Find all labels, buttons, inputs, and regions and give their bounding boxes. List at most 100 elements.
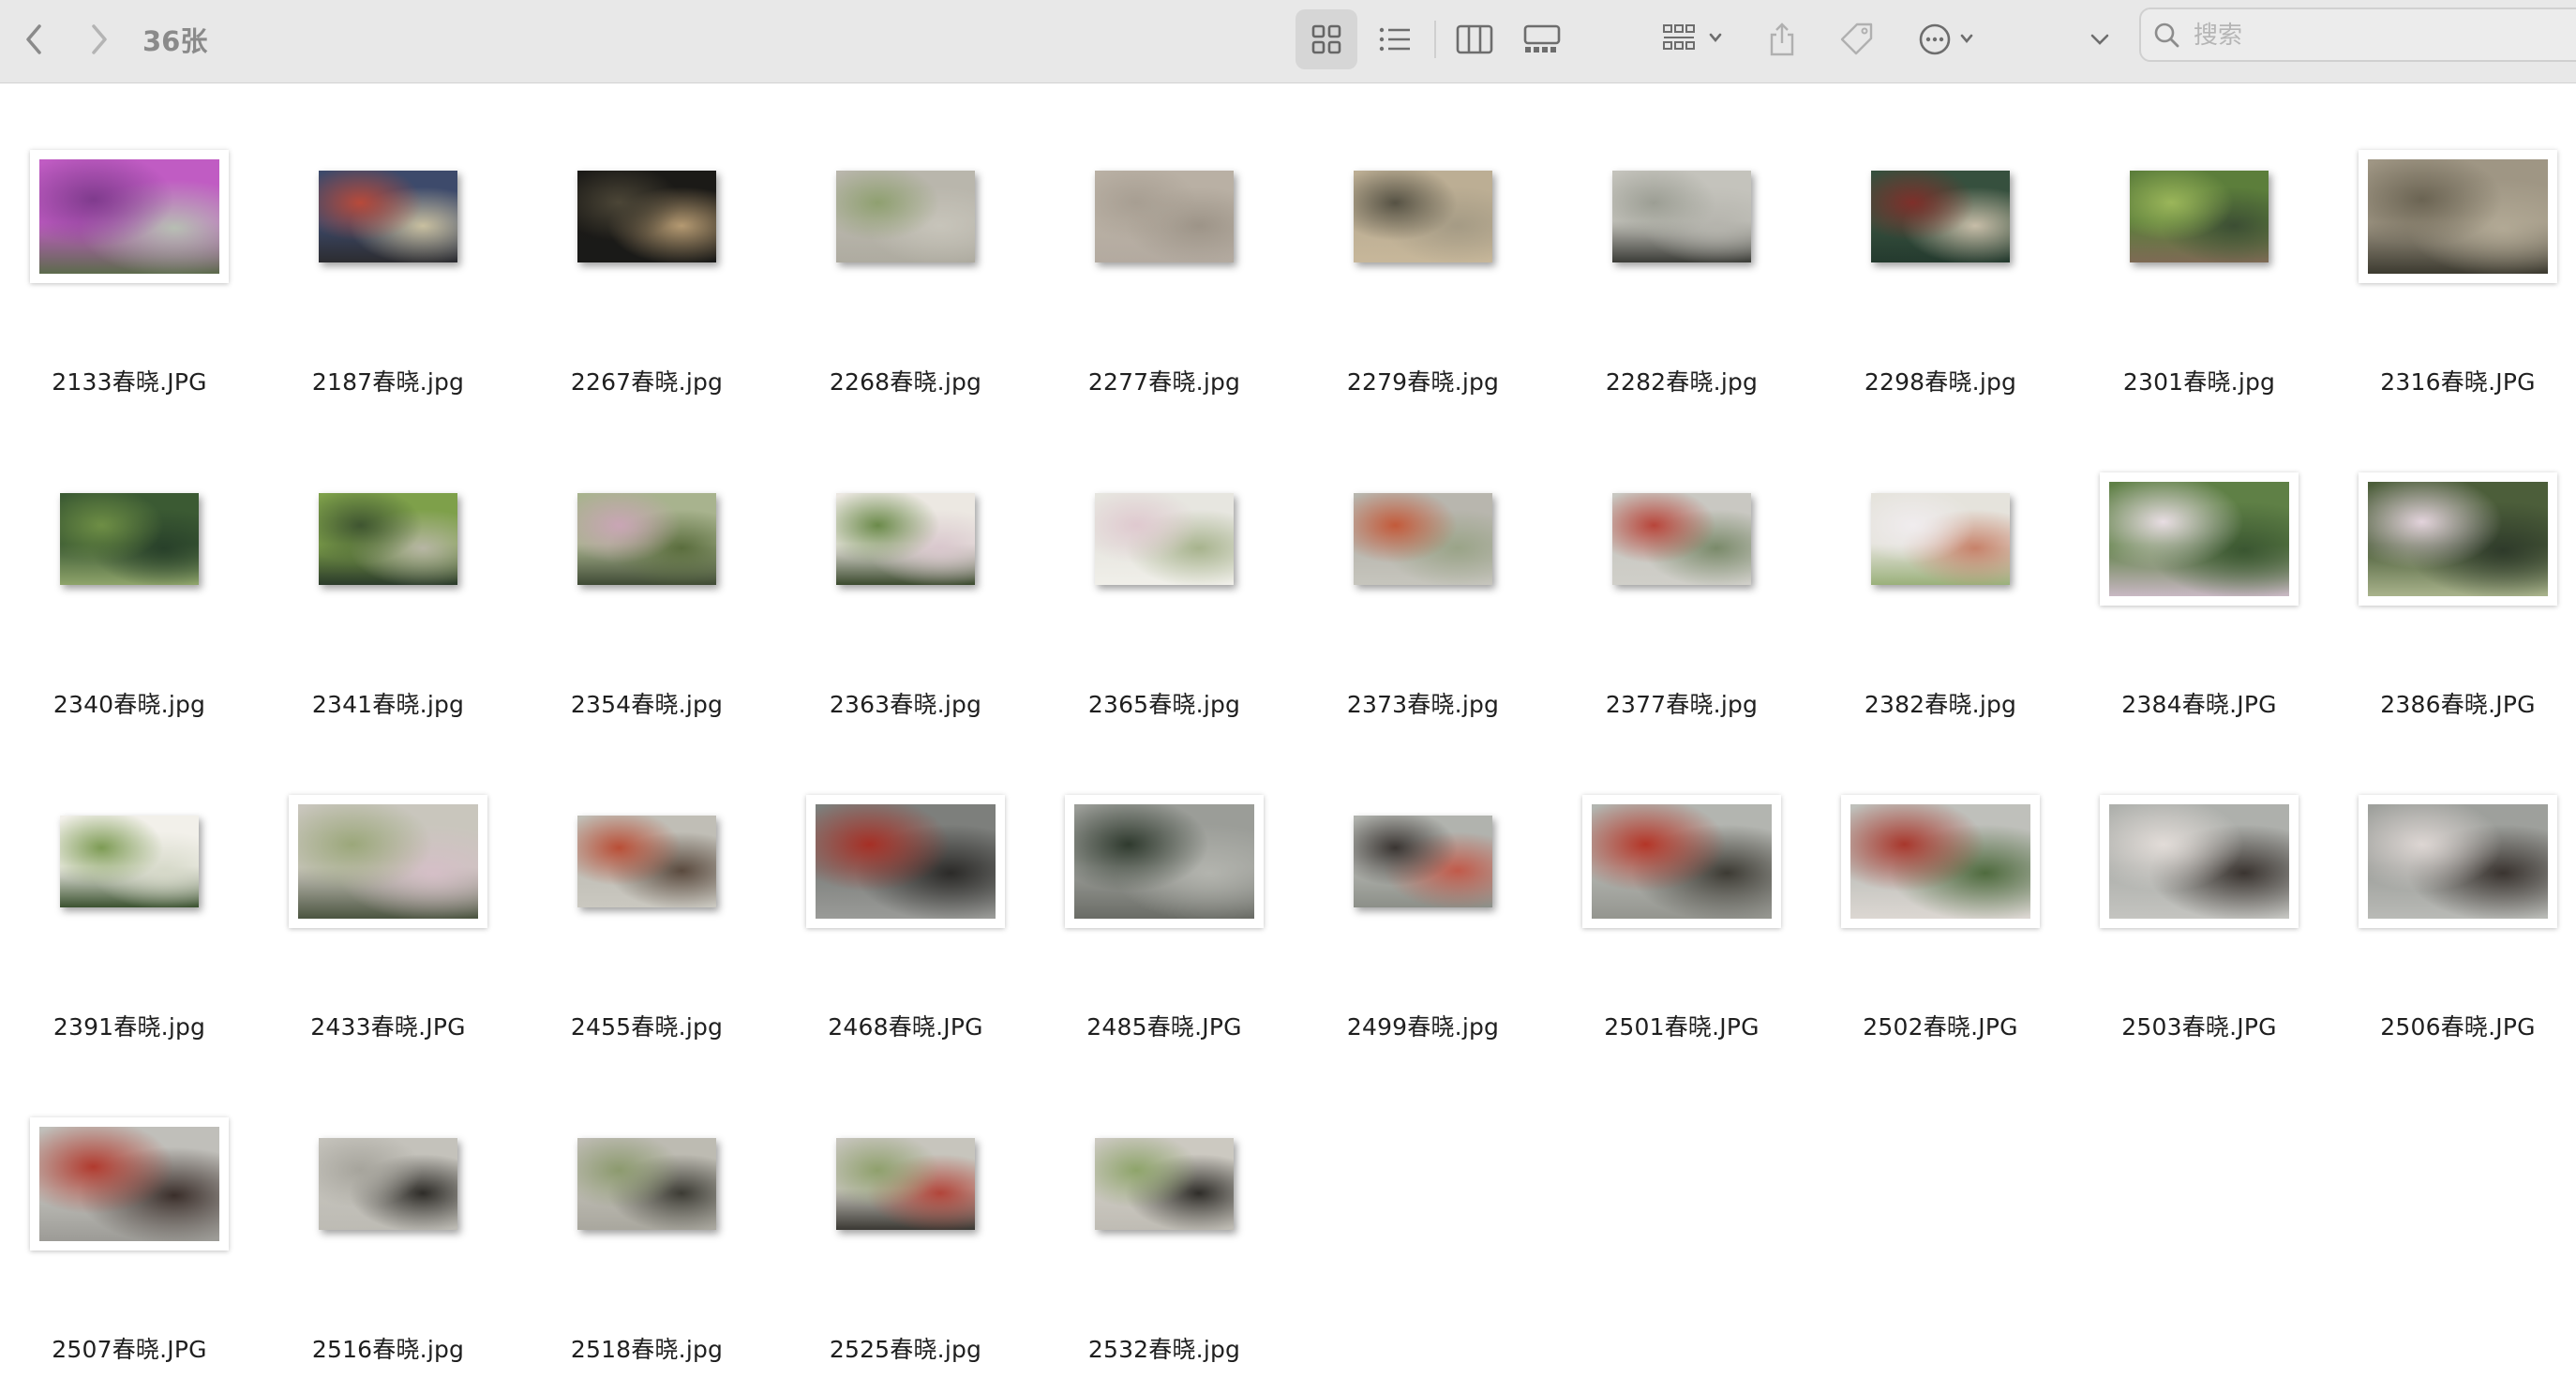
file-thumbnail[interactable] [1841,795,2040,928]
file-item[interactable]: 2363春晓.jpg [776,433,1035,718]
gallery-view-icon[interactable] [1511,9,1573,69]
chevron-left-icon[interactable] [13,9,54,69]
file-item[interactable]: 2301春晓.jpg [2070,111,2329,396]
file-name: 2341春晓.jpg [311,691,465,718]
file-thumbnail[interactable] [319,493,457,585]
file-item[interactable]: 2267春晓.jpg [517,111,776,396]
file-item[interactable]: 2365春晓.jpg [1035,433,1294,718]
group-icon[interactable] [1657,9,1732,69]
list-view-icon[interactable] [1367,9,1423,69]
file-item[interactable]: 2298春晓.jpg [1811,111,2070,396]
photo-preview [1592,804,1772,919]
search-field[interactable] [2139,7,2576,62]
file-thumbnail[interactable] [2130,171,2269,262]
share-icon[interactable] [1759,9,1805,69]
file-thumbnail[interactable] [1095,1138,1234,1230]
file-thumbnail[interactable] [2100,795,2299,928]
file-item[interactable]: 2354春晓.jpg [517,433,776,718]
file-item[interactable]: 2386春晓.JPG [2329,433,2576,718]
file-item[interactable]: 2499春晓.jpg [1294,756,1552,1041]
file-item[interactable]: 2340春晓.jpg [0,433,259,718]
chevron-right-icon[interactable] [79,9,120,69]
file-item[interactable]: 2518春晓.jpg [517,1078,776,1363]
file-item[interactable]: 2485春晓.JPG [1035,756,1294,1041]
file-name: 2365春晓.jpg [1087,691,1241,718]
file-thumbnail[interactable] [577,171,716,262]
file-thumbnail[interactable] [577,493,716,585]
grid-view-icon[interactable] [1295,9,1357,69]
file-thumbnail[interactable] [1354,171,1492,262]
file-thumbnail[interactable] [319,1138,457,1230]
file-item[interactable]: 2384春晓.JPG [2070,433,2329,718]
file-thumbnail[interactable] [30,150,229,283]
photo-preview [2368,482,2548,596]
more-icon[interactable] [1912,9,1987,69]
file-item[interactable]: 2506春晓.JPG [2329,756,2576,1041]
file-name: 2525春晓.jpg [829,1336,982,1363]
file-item[interactable]: 2532春晓.jpg [1035,1078,1294,1363]
file-thumbnail[interactable] [2359,472,2557,606]
file-name: 2277春晓.jpg [1087,368,1241,396]
thumbnail-area [0,1078,259,1290]
file-thumbnail[interactable] [577,816,716,907]
file-thumbnail[interactable] [30,1117,229,1251]
file-thumbnail[interactable] [2359,150,2557,283]
column-view-icon[interactable] [1444,9,1505,69]
file-thumbnail[interactable] [577,1138,716,1230]
file-item[interactable]: 2187春晓.jpg [259,111,517,396]
file-thumbnail[interactable] [1582,795,1781,928]
file-item[interactable]: 2277春晓.jpg [1035,111,1294,396]
file-item[interactable]: 2507春晓.JPG [0,1078,259,1363]
file-thumbnail[interactable] [319,171,457,262]
file-item[interactable]: 2468春晓.JPG [776,756,1035,1041]
file-item[interactable]: 2268春晓.jpg [776,111,1035,396]
file-item[interactable]: 2282春晓.jpg [1552,111,1811,396]
photo-preview [1095,493,1234,585]
file-item[interactable]: 2525春晓.jpg [776,1078,1035,1363]
file-item[interactable]: 2341春晓.jpg [259,433,517,718]
file-thumbnail[interactable] [1354,816,1492,907]
file-item[interactable]: 2382春晓.jpg [1811,433,2070,718]
tag-icon[interactable] [1832,9,1882,69]
photo-preview [836,1138,975,1230]
file-thumbnail[interactable] [806,795,1005,928]
thumbnail-area [1552,433,1811,645]
file-item[interactable]: 2316春晓.JPG [2329,111,2576,396]
file-thumbnail[interactable] [2100,472,2299,606]
photo-preview [1871,171,2010,262]
file-item[interactable]: 2501春晓.JPG [1552,756,1811,1041]
file-thumbnail[interactable] [1871,493,2010,585]
file-item[interactable]: 2516春晓.jpg [259,1078,517,1363]
file-name: 2279春晓.jpg [1346,368,1500,396]
file-name: 2382春晓.jpg [1864,691,2017,718]
file-name: 2485春晓.JPG [1086,1013,1242,1041]
file-thumbnail[interactable] [60,816,199,907]
file-thumbnail[interactable] [1612,493,1751,585]
file-thumbnail[interactable] [1354,493,1492,585]
search-input[interactable] [2192,18,2552,53]
file-item[interactable]: 2373春晓.jpg [1294,433,1552,718]
file-thumbnail[interactable] [836,1138,975,1230]
file-item[interactable]: 2455春晓.jpg [517,756,776,1041]
thumbnail-area [2070,111,2329,322]
file-item[interactable]: 2502春晓.JPG [1811,756,2070,1041]
file-thumbnail[interactable] [1095,171,1234,262]
file-thumbnail[interactable] [836,493,975,585]
thumbnail-area [2070,756,2329,967]
file-item[interactable]: 2433春晓.JPG [259,756,517,1041]
file-item[interactable]: 2503春晓.JPG [2070,756,2329,1041]
photo-preview [39,1127,219,1241]
file-thumbnail[interactable] [1612,171,1751,262]
file-item[interactable]: 2377春晓.jpg [1552,433,1811,718]
file-thumbnail[interactable] [1871,171,2010,262]
file-thumbnail[interactable] [2359,795,2557,928]
file-item[interactable]: 2279春晓.jpg [1294,111,1552,396]
file-thumbnail[interactable] [1095,493,1234,585]
chevron-down-icon[interactable] [2083,9,2117,69]
file-thumbnail[interactable] [836,171,975,262]
file-thumbnail[interactable] [60,493,199,585]
file-thumbnail[interactable] [1065,795,1264,928]
file-item[interactable]: 2133春晓.JPG [0,111,259,396]
file-item[interactable]: 2391春晓.jpg [0,756,259,1041]
file-thumbnail[interactable] [289,795,487,928]
